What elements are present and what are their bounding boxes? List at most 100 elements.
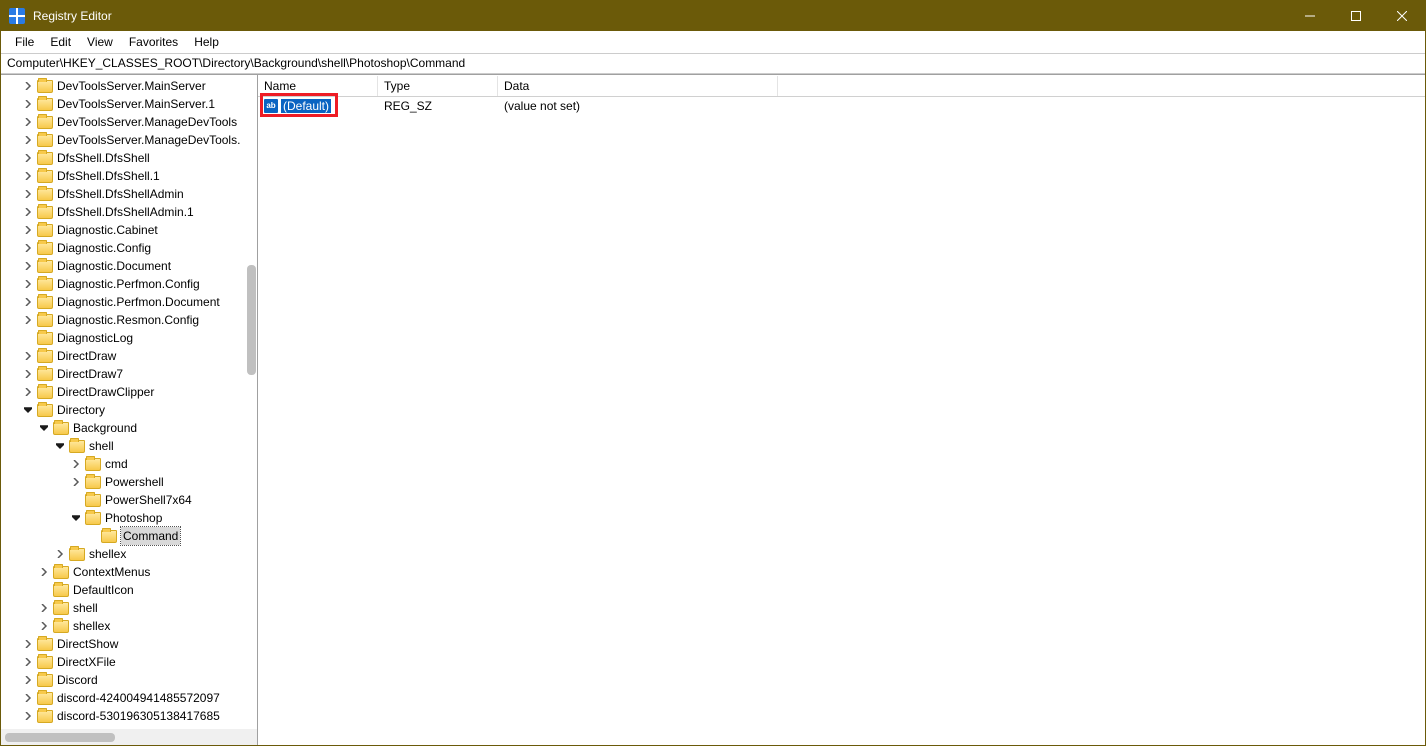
chevron-right-icon[interactable] [21,151,35,165]
tree-item[interactable]: Diagnostic.Resmon.Config [1,311,257,329]
tree-item[interactable]: DirectDrawClipper [1,383,257,401]
chevron-right-icon[interactable] [21,97,35,111]
folder-icon [37,224,53,237]
chevron-right-icon[interactable] [21,115,35,129]
chevron-right-icon[interactable] [21,709,35,723]
column-data[interactable]: Data [498,76,778,96]
chevron-right-icon[interactable] [21,259,35,273]
tree-item[interactable]: DefaultIcon [1,581,257,599]
menu-file[interactable]: File [7,33,42,51]
tree-item[interactable]: DfsShell.DfsShell [1,149,257,167]
tree-item-label: Diagnostic.Resmon.Config [57,311,199,329]
tree-item[interactable]: DfsShell.DfsShellAdmin.1 [1,203,257,221]
tree-item[interactable]: Diagnostic.Perfmon.Config [1,275,257,293]
folder-icon [37,134,53,147]
tree-pane: DevToolsServer.MainServerDevToolsServer.… [1,75,258,745]
menu-edit[interactable]: Edit [42,33,79,51]
tree-item[interactable]: Diagnostic.Config [1,239,257,257]
tree-item[interactable]: discord-424004941485572097 [1,689,257,707]
minimize-button[interactable] [1287,1,1333,31]
tree-item[interactable]: Discord [1,671,257,689]
tree-item[interactable]: ContextMenus [1,563,257,581]
column-name[interactable]: Name [258,76,378,96]
folder-icon [37,116,53,129]
tree-item[interactable]: discord-530196305138417685 [1,707,257,725]
chevron-right-icon[interactable] [21,241,35,255]
tree-item[interactable]: Diagnostic.Cabinet [1,221,257,239]
value-row[interactable]: ab(Default)REG_SZ(value not set) [258,97,1425,115]
tree-item-label: DfsShell.DfsShellAdmin.1 [57,203,194,221]
close-button[interactable] [1379,1,1425,31]
chevron-right-icon[interactable] [69,475,83,489]
chevron-right-icon[interactable] [21,313,35,327]
tree-item[interactable]: DirectShow [1,635,257,653]
chevron-right-icon[interactable] [21,385,35,399]
tree-item[interactable]: Diagnostic.Perfmon.Document [1,293,257,311]
tree-horizontal-scrollbar[interactable] [5,733,115,742]
chevron-right-icon[interactable] [37,601,51,615]
chevron-right-icon[interactable] [21,655,35,669]
tree-item[interactable]: shell [1,437,257,455]
tree-item[interactable]: Command [1,527,257,545]
folder-icon [85,476,101,489]
chevron-right-icon[interactable] [21,295,35,309]
menu-view[interactable]: View [79,33,121,51]
chevron-right-icon[interactable] [21,277,35,291]
chevron-right-icon[interactable] [37,619,51,633]
tree-item[interactable]: Background [1,419,257,437]
registry-tree[interactable]: DevToolsServer.MainServerDevToolsServer.… [1,75,257,725]
tree-item[interactable]: DiagnosticLog [1,329,257,347]
tree-item[interactable]: DfsShell.DfsShell.1 [1,167,257,185]
chevron-right-icon[interactable] [21,349,35,363]
tree-item[interactable]: shellex [1,617,257,635]
folder-icon [37,260,53,273]
tree-item[interactable]: DirectDraw7 [1,365,257,383]
menu-help[interactable]: Help [186,33,227,51]
chevron-right-icon[interactable] [69,457,83,471]
chevron-right-icon[interactable] [21,367,35,381]
tree-item[interactable]: shellex [1,545,257,563]
tree-item[interactable]: DevToolsServer.MainServer [1,77,257,95]
tree-item[interactable]: Photoshop [1,509,257,527]
tree-item[interactable]: DevToolsServer.MainServer.1 [1,95,257,113]
tree-item[interactable]: Diagnostic.Document [1,257,257,275]
folder-icon [37,206,53,219]
folder-icon [37,404,53,417]
column-type[interactable]: Type [378,76,498,96]
chevron-right-icon[interactable] [21,637,35,651]
chevron-right-icon[interactable] [21,79,35,93]
chevron-right-icon[interactable] [21,133,35,147]
tree-item[interactable]: cmd [1,455,257,473]
folder-icon [37,350,53,363]
tree-item[interactable]: PowerShell7x64 [1,491,257,509]
tree-item[interactable]: Directory [1,401,257,419]
values-list[interactable]: ab(Default)REG_SZ(value not set) [258,97,1425,745]
chevron-down-icon[interactable] [69,511,83,525]
chevron-down-icon[interactable] [53,439,67,453]
tree-item-label: Photoshop [105,509,162,527]
tree-item[interactable]: DirectXFile [1,653,257,671]
tree-item[interactable]: DfsShell.DfsShellAdmin [1,185,257,203]
chevron-right-icon[interactable] [21,169,35,183]
chevron-right-icon[interactable] [21,223,35,237]
chevron-right-icon[interactable] [37,565,51,579]
tree-item-label: DfsShell.DfsShellAdmin [57,185,184,203]
folder-icon [37,368,53,381]
address-bar[interactable]: Computer\HKEY_CLASSES_ROOT\Directory\Bac… [1,53,1425,74]
tree-item-label: PowerShell7x64 [105,491,192,509]
menu-favorites[interactable]: Favorites [121,33,186,51]
chevron-right-icon[interactable] [21,691,35,705]
maximize-button[interactable] [1333,1,1379,31]
tree-item[interactable]: shell [1,599,257,617]
tree-item[interactable]: DevToolsServer.ManageDevTools [1,113,257,131]
chevron-right-icon[interactable] [21,673,35,687]
chevron-right-icon[interactable] [21,205,35,219]
tree-item[interactable]: Powershell [1,473,257,491]
chevron-down-icon[interactable] [21,403,35,417]
tree-item[interactable]: DevToolsServer.ManageDevTools. [1,131,257,149]
chevron-right-icon[interactable] [53,547,67,561]
tree-vertical-scrollbar[interactable] [247,265,256,375]
tree-item[interactable]: DirectDraw [1,347,257,365]
chevron-right-icon[interactable] [21,187,35,201]
chevron-down-icon[interactable] [37,421,51,435]
